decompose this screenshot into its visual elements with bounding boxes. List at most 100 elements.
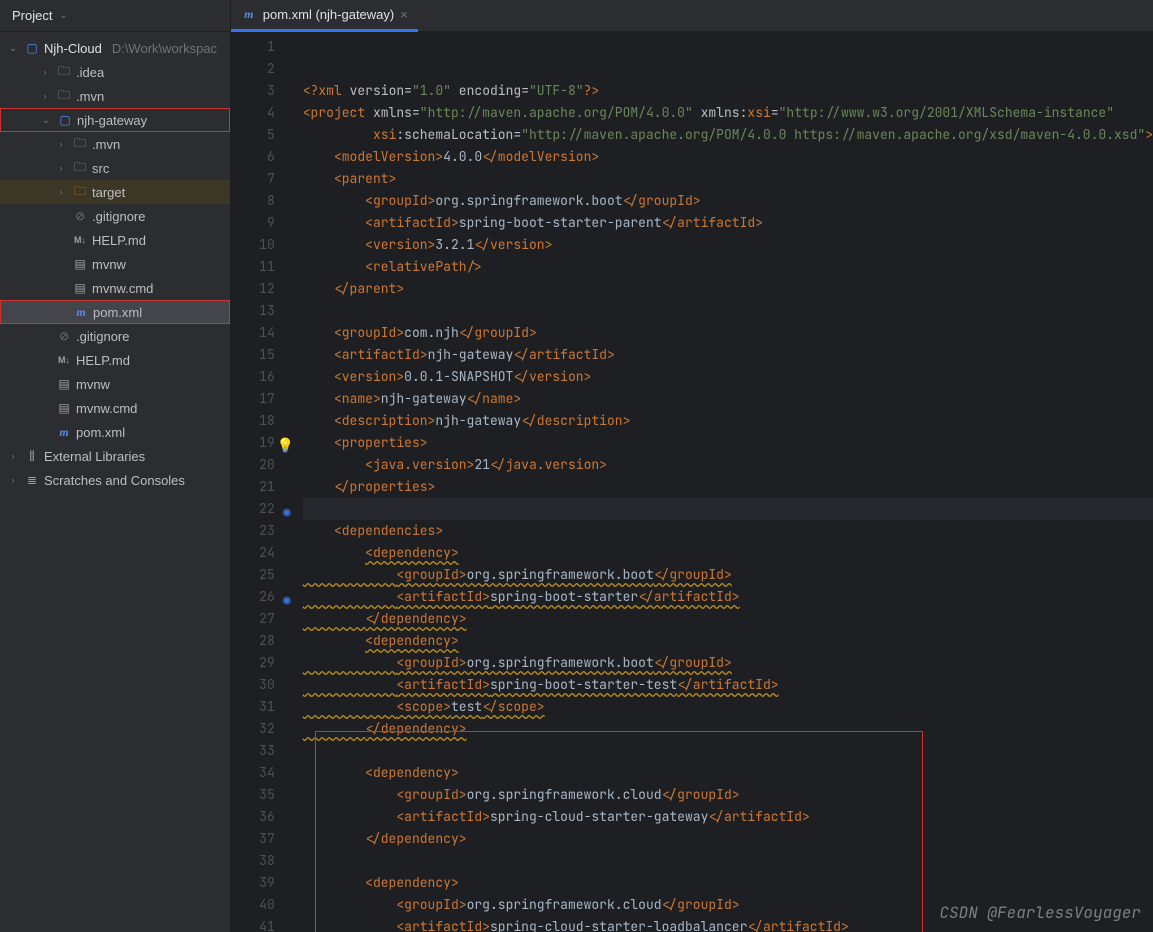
tree-item[interactable]: ›🗀target xyxy=(0,180,230,204)
tree-item[interactable]: ⌄▢njh-gateway xyxy=(0,108,230,132)
code-line[interactable]: <dependency> xyxy=(303,542,1153,564)
tree-item[interactable]: ›🗀.mvn xyxy=(0,132,230,156)
gitignore-icon: ⊘ xyxy=(56,328,72,344)
code-line[interactable]: <dependency> xyxy=(303,630,1153,652)
tree-item-label: HELP.md xyxy=(92,233,146,248)
tree-item[interactable]: mpom.xml xyxy=(0,300,230,324)
code-line[interactable]: <modelVersion>4.0.0</modelVersion> xyxy=(303,146,1153,168)
tree-item-label: .gitignore xyxy=(92,209,145,224)
line-number: 29 xyxy=(231,652,293,674)
line-number: 33 xyxy=(231,740,293,762)
code-line[interactable]: <groupId>org.springframework.boot</group… xyxy=(303,564,1153,586)
line-number: 36 xyxy=(231,806,293,828)
code-line[interactable]: <parent> xyxy=(303,168,1153,190)
line-number: 11 xyxy=(231,256,293,278)
maven-icon: m xyxy=(56,424,72,440)
code-line[interactable]: </parent> xyxy=(303,278,1153,300)
file-icon: ▤ xyxy=(56,376,72,392)
code-line[interactable]: <description>njh-gateway</description> xyxy=(303,410,1153,432)
scratches-consoles[interactable]: › ≣ Scratches and Consoles xyxy=(0,468,230,492)
tree-item[interactable]: › 🗀 src xyxy=(0,156,230,180)
chevron-down-icon: ⌄ xyxy=(56,10,70,21)
code-line[interactable]: <groupId>com.njh</groupId> xyxy=(303,322,1153,344)
folder-icon: 🗀 xyxy=(72,160,88,176)
code-line[interactable]: <scope>test</scope> xyxy=(303,696,1153,718)
line-number: 38 xyxy=(231,850,293,872)
close-icon[interactable]: × xyxy=(400,7,408,22)
line-number: 8 xyxy=(231,190,293,212)
module-icon: ▢ xyxy=(24,40,40,56)
code-line[interactable]: <properties> xyxy=(303,432,1153,454)
line-number: 18 xyxy=(231,410,293,432)
project-sidebar: Project ⌄ ⌄ ▢ Njh-Cloud D:\Work\workspac… xyxy=(0,0,231,932)
line-number: 25 xyxy=(231,564,293,586)
project-tree[interactable]: ⌄ ▢ Njh-Cloud D:\Work\workspac ›🗀.idea›🗀… xyxy=(0,32,230,932)
code-line[interactable]: <version>0.0.1-SNAPSHOT</version> xyxy=(303,366,1153,388)
line-number: 2 xyxy=(231,58,293,80)
code-line[interactable]: <version>3.2.1</version> xyxy=(303,234,1153,256)
line-number: 7 xyxy=(231,168,293,190)
tree-item[interactable]: ▤mvnw.cmd xyxy=(0,276,230,300)
tree-item[interactable]: ▤mvnw.cmd xyxy=(0,396,230,420)
code-line[interactable]: </dependency> xyxy=(303,608,1153,630)
code-line[interactable] xyxy=(303,300,1153,322)
code-line[interactable] xyxy=(303,498,1153,520)
line-number: 23 xyxy=(231,520,293,542)
sidebar-header[interactable]: Project ⌄ xyxy=(0,0,230,32)
code-line[interactable]: <?xml version="1.0" encoding="UTF-8"?> xyxy=(303,80,1153,102)
tree-item-label: njh-gateway xyxy=(77,113,147,128)
code-line[interactable]: <artifactId>njh-gateway</artifactId> xyxy=(303,344,1153,366)
line-number: 10 xyxy=(231,234,293,256)
code-editor[interactable]: 12345678910111213141516171819💡202122◉232… xyxy=(231,32,1153,932)
external-libraries[interactable]: › ⫼ External Libraries xyxy=(0,444,230,468)
arrow-icon: › xyxy=(54,163,68,174)
line-number: 1 xyxy=(231,36,293,58)
line-number: 39 xyxy=(231,872,293,894)
line-number: 35 xyxy=(231,784,293,806)
tree-item[interactable]: ▤mvnw xyxy=(0,252,230,276)
tab-pom-xml[interactable]: m pom.xml (njh-gateway) × xyxy=(231,0,418,32)
line-number: 26◉ xyxy=(231,586,293,608)
code-line[interactable]: <project xmlns="http://maven.apache.org/… xyxy=(303,102,1153,124)
line-number: 4 xyxy=(231,102,293,124)
target-icon[interactable]: ◉ xyxy=(277,501,291,515)
tree-item[interactable]: M↓HELP.md xyxy=(0,348,230,372)
code-line[interactable]: </properties> xyxy=(303,476,1153,498)
tree-item[interactable]: M↓HELP.md xyxy=(0,228,230,252)
tree-item[interactable]: ›🗀.idea xyxy=(0,60,230,84)
code-line[interactable]: <java.version>21</java.version> xyxy=(303,454,1153,476)
tree-item[interactable]: ▤ mvnw xyxy=(0,372,230,396)
tree-item[interactable]: ›🗀.mvn xyxy=(0,84,230,108)
code-line[interactable]: <name>njh-gateway</name> xyxy=(303,388,1153,410)
code-line[interactable]: <groupId>org.springframework.boot</group… xyxy=(303,190,1153,212)
tree-item-label: .idea xyxy=(76,65,104,80)
line-number: 12 xyxy=(231,278,293,300)
tree-item-label: target xyxy=(92,185,125,200)
tree-item-label: src xyxy=(92,161,109,176)
project-root[interactable]: ⌄ ▢ Njh-Cloud D:\Work\workspac xyxy=(0,36,230,60)
code-line[interactable]: xsi:schemaLocation="http://maven.apache.… xyxy=(303,124,1153,146)
project-root-name: Njh-Cloud xyxy=(44,41,102,56)
code-line[interactable]: <relativePath/> xyxy=(303,256,1153,278)
folder-icon: 🗀 xyxy=(72,184,88,200)
chevron-right-icon: › xyxy=(6,451,20,462)
target-icon[interactable]: ◉ xyxy=(277,589,291,603)
file-icon: ▤ xyxy=(72,256,88,272)
line-number: 41 xyxy=(231,916,293,932)
tree-item[interactable]: mpom.xml xyxy=(0,420,230,444)
code-line[interactable]: <artifactId>spring-boot-starter-test</ar… xyxy=(303,674,1153,696)
code-line[interactable]: <artifactId>spring-boot-starter-parent</… xyxy=(303,212,1153,234)
line-number: 17 xyxy=(231,388,293,410)
code-line[interactable]: <dependencies> xyxy=(303,520,1153,542)
code-content[interactable]: <?xml version="1.0" encoding="UTF-8"?><p… xyxy=(293,32,1153,932)
bulb-icon[interactable]: 💡 xyxy=(277,435,291,449)
code-line[interactable]: <artifactId>spring-boot-starter</artifac… xyxy=(303,586,1153,608)
code-line[interactable]: <groupId>org.springframework.boot</group… xyxy=(303,652,1153,674)
file-icon: ▤ xyxy=(56,400,72,416)
tree-item-label: mvnw xyxy=(76,377,110,392)
tree-item[interactable]: ⊘.gitignore xyxy=(0,324,230,348)
tab-label: pom.xml (njh-gateway) xyxy=(263,7,395,22)
tree-item[interactable]: ⊘.gitignore xyxy=(0,204,230,228)
line-number: 5 xyxy=(231,124,293,146)
watermark: CSDN @FearlessVoyager xyxy=(939,902,1141,924)
